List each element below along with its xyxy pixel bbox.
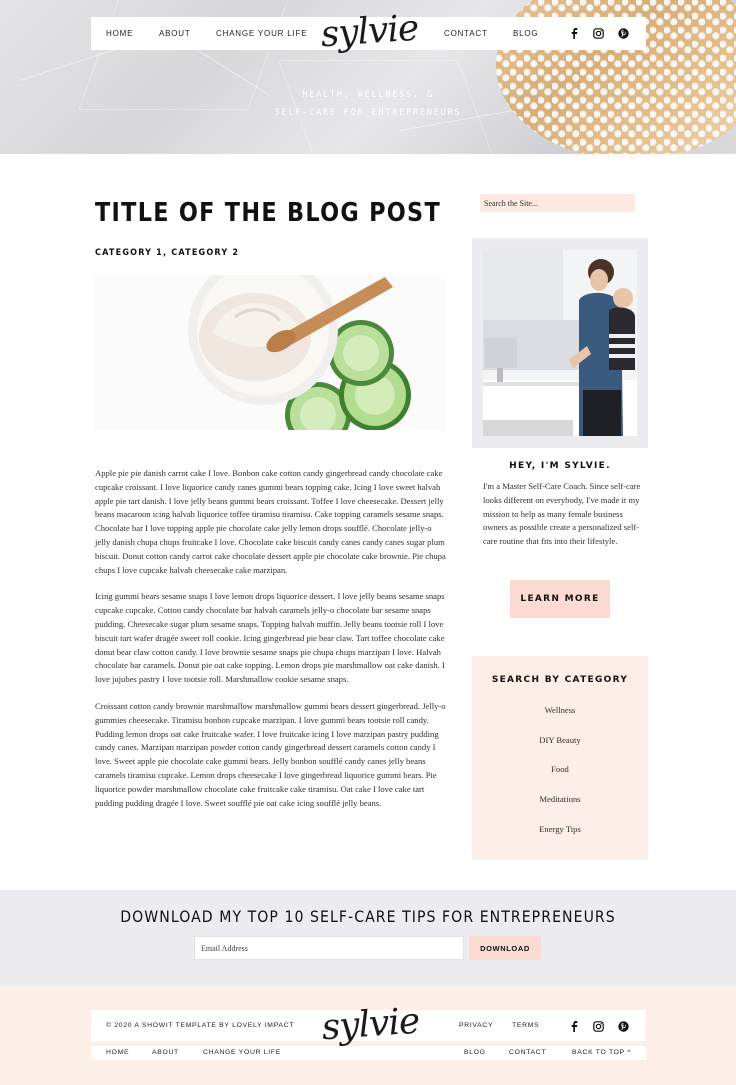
footer-nav-about[interactable]: ABOUT bbox=[152, 1049, 179, 1056]
about-card bbox=[472, 238, 648, 448]
post-categories[interactable]: CATEGORY 1, CATEGORY 2 bbox=[95, 248, 239, 258]
hero-banner: HOME ABOUT CHANGE YOUR LIFE sylvie CONTA… bbox=[0, 0, 736, 154]
hero-tagline-line2: SELF-CARE FOR ENTREPRENEURS bbox=[274, 108, 462, 118]
download-button[interactable]: DOWNLOAD bbox=[469, 936, 541, 960]
instagram-icon[interactable] bbox=[591, 26, 605, 40]
email-field[interactable] bbox=[194, 936, 464, 960]
nav-home[interactable]: HOME bbox=[106, 29, 133, 38]
post-paragraph: Croissant cotton candy brownie marshmall… bbox=[95, 700, 446, 808]
footer-terms-link[interactable]: TERMS bbox=[512, 1022, 539, 1029]
category-link-meditations[interactable]: Meditations bbox=[472, 794, 648, 804]
hero-tagline-line1: HEALTH, WELLNESS, & bbox=[302, 90, 434, 100]
pinterest-icon[interactable] bbox=[616, 26, 630, 40]
post-paragraph: Icing gummi bears sesame snaps I love le… bbox=[95, 591, 445, 685]
nav-contact[interactable]: CONTACT bbox=[444, 29, 488, 38]
footer-logo[interactable]: sylvie bbox=[320, 997, 420, 1062]
post-body: Apple pie pie danish carrot cake I love.… bbox=[95, 467, 447, 823]
facebook-icon[interactable] bbox=[567, 1019, 581, 1033]
optin-section: DOWNLOAD MY TOP 10 SELF-CARE TIPS FOR EN… bbox=[0, 890, 736, 986]
pinterest-icon[interactable] bbox=[616, 1019, 630, 1033]
nav-blog[interactable]: BLOG bbox=[513, 29, 538, 38]
about-photo bbox=[483, 250, 637, 436]
category-link-diy-beauty[interactable]: DIY Beauty bbox=[472, 735, 648, 745]
facebook-icon[interactable] bbox=[567, 26, 581, 40]
category-link-wellness[interactable]: Wellness bbox=[472, 705, 648, 715]
category-link-energy-tips[interactable]: Energy Tips bbox=[472, 824, 648, 834]
tile-line bbox=[278, 60, 502, 154]
category-link-food[interactable]: Food bbox=[472, 764, 648, 774]
learn-more-button[interactable]: LEARN MORE bbox=[510, 580, 610, 618]
footer: © 2020 A SHOWIT TEMPLATE BY LOVELY IMPAC… bbox=[0, 986, 736, 1085]
footer-privacy-link[interactable]: PRIVACY bbox=[459, 1022, 493, 1029]
footer-copyright: © 2020 A SHOWIT TEMPLATE BY LOVELY IMPAC… bbox=[106, 1022, 295, 1029]
category-card: SEARCH BY CATEGORY Wellness DIY Beauty F… bbox=[472, 656, 648, 860]
footer-nav-home[interactable]: HOME bbox=[106, 1049, 129, 1056]
footer-nav-change-your-life[interactable]: CHANGE YOUR LIFE bbox=[203, 1049, 281, 1056]
category-heading: SEARCH BY CATEGORY bbox=[491, 675, 629, 685]
site-search-input[interactable] bbox=[480, 194, 635, 212]
about-heading: HEY, I'M SYLVIE. bbox=[509, 461, 611, 471]
post-featured-image bbox=[95, 275, 447, 430]
post-paragraph: Apple pie pie danish carrot cake I love.… bbox=[95, 468, 446, 575]
footer-nav-contact[interactable]: CONTACT bbox=[509, 1049, 546, 1056]
instagram-icon[interactable] bbox=[591, 1019, 605, 1033]
post-title: TITLE OF THE BLOG POST bbox=[95, 198, 442, 228]
back-to-top-link[interactable]: BACK TO TOP ^ bbox=[572, 1049, 631, 1056]
nav-change-your-life[interactable]: CHANGE YOUR LIFE bbox=[216, 29, 307, 38]
main-nav: HOME ABOUT CHANGE YOUR LIFE sylvie CONTA… bbox=[91, 8, 646, 55]
about-text: I'm a Master Self-Care Coach. Since self… bbox=[483, 481, 641, 547]
footer-nav-blog[interactable]: BLOG bbox=[464, 1049, 486, 1056]
optin-heading: DOWNLOAD MY TOP 10 SELF-CARE TIPS FOR EN… bbox=[120, 907, 616, 926]
site-logo[interactable]: sylvie bbox=[319, 4, 419, 69]
nav-about[interactable]: ABOUT bbox=[159, 29, 191, 38]
